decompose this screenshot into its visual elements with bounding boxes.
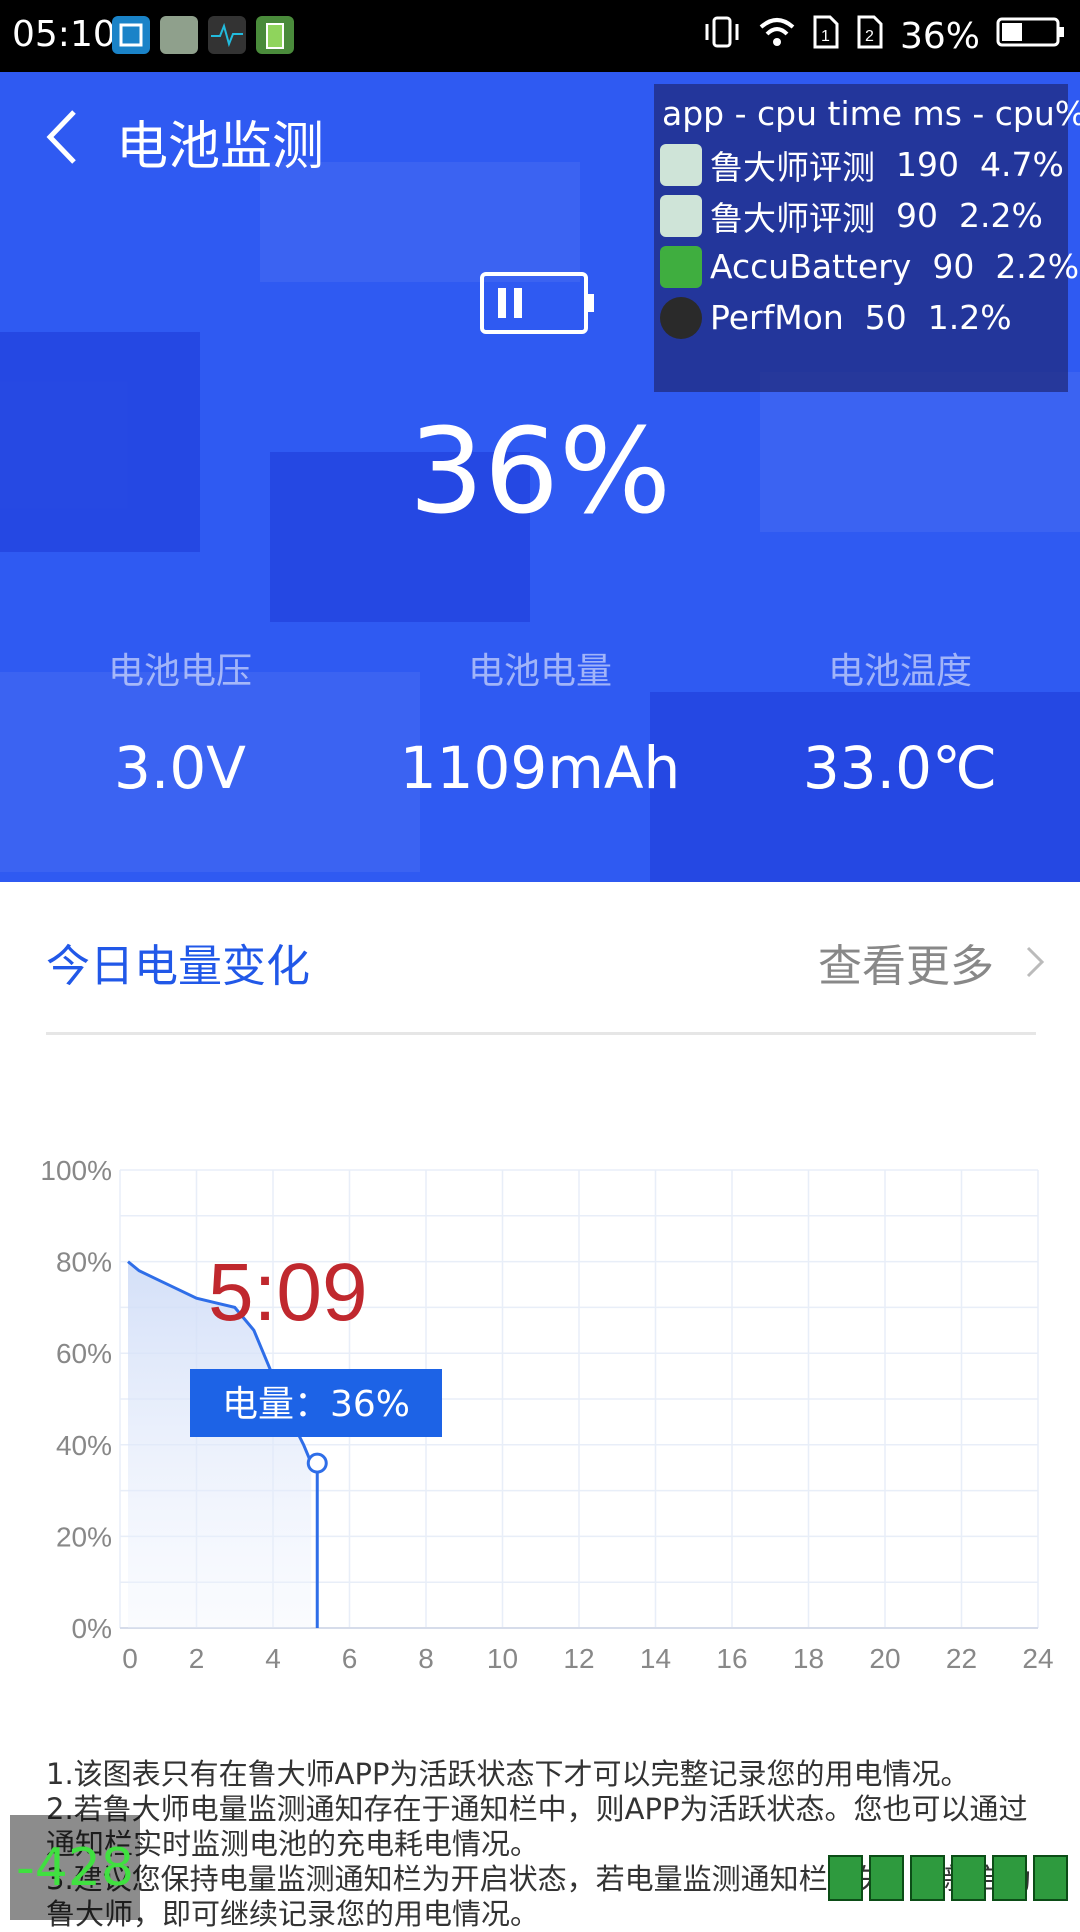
- x-tick-label: 24: [1022, 1643, 1053, 1674]
- perf-bar: [869, 1855, 904, 1901]
- perf-bar: [910, 1855, 945, 1901]
- y-tick-label: 0%: [72, 1613, 112, 1644]
- lu-master-icon: [660, 194, 702, 237]
- annotation-time: 5:09: [208, 1247, 368, 1338]
- battery-level-chart: 0% 20% 40% 60% 80% 100% 0 2 4 6 8 10 12 14 16 18 20 22 24 电…: [0, 1120, 1080, 1720]
- data-point-marker: [306, 1452, 328, 1474]
- x-tick-label: 4: [265, 1643, 281, 1674]
- perfmon-icon: [660, 296, 702, 339]
- sim1-icon: 1: [812, 14, 840, 59]
- lu-master-icon: [160, 16, 198, 54]
- overlay-header: app - cpu time ms - cpu%: [662, 94, 1080, 133]
- overlay-time: 190: [895, 145, 959, 184]
- x-tick-label: 14: [640, 1643, 671, 1674]
- x-tick-label: 8: [418, 1643, 434, 1674]
- tooltip-label: 电量：36%: [222, 1384, 410, 1425]
- stat-label: 电池电压: [107, 651, 252, 692]
- chart-svg: 0%20%40%60%80%100%0 2 4 6 8 10 12 14 16 18 20 22 24电…: [40, 1155, 1053, 1674]
- lu-master-icon: [660, 143, 702, 186]
- battery-percent-large: 36%: [408, 402, 672, 540]
- bg-panel: [260, 162, 580, 282]
- x-tick-label: 16: [716, 1643, 747, 1674]
- screenshot-icon: [112, 16, 150, 54]
- page-title: 电池监测: [116, 117, 325, 177]
- note-1: 1.该图表只有在鲁大师APP为活跃状态下才可以完整记录您的用电情况。: [46, 1757, 970, 1791]
- cpu-overlay[interactable]: app - cpu time ms - cpu% 鲁大师评测 190 4.7% …: [654, 84, 1080, 392]
- perf-bars: [828, 1855, 1068, 1901]
- battery-percent: 36%: [899, 15, 980, 57]
- overlay-cpu: 4.7%: [979, 145, 1064, 184]
- y-tick-label: 40%: [56, 1430, 112, 1461]
- divider: [46, 1032, 1036, 1035]
- overlay-app: PerfMon: [710, 298, 844, 337]
- wifi-icon: [758, 14, 796, 59]
- stat-value: 33.0℃: [802, 734, 998, 802]
- y-tick-label: 80%: [56, 1247, 112, 1278]
- y-tick-label: 100%: [40, 1155, 112, 1186]
- perf-bar: [1033, 1855, 1068, 1901]
- status-bar: 05:10 1 2 36%: [0, 0, 1080, 72]
- x-tick-label: 6: [342, 1643, 358, 1674]
- x-tick-label: 2: [189, 1643, 205, 1674]
- stat-value: 3.0V: [114, 734, 246, 802]
- battery-paused-icon: [480, 272, 596, 334]
- accubattery-icon: [256, 16, 294, 54]
- overlay-row: AccuBattery 90 2.2%: [654, 241, 1079, 292]
- chevron-left-icon: [46, 110, 76, 164]
- perf-bar: [992, 1855, 1027, 1901]
- perf-bar: [828, 1855, 863, 1901]
- overlay-row: 鲁大师评测 190 4.7%: [654, 139, 1068, 190]
- sim2-icon: 2: [856, 14, 884, 59]
- section-title: 今日电量变化: [46, 941, 310, 992]
- overlay-app: 鲁大师评测: [710, 147, 875, 187]
- x-tick-label: 18: [793, 1643, 824, 1674]
- stat-capacity: 电池电量 1109mAh: [360, 642, 720, 802]
- note-2: 2.若鲁大师电量监测通知存在于通知栏中，则APP为活跃状态。您也可以通过通知栏实…: [46, 1792, 1028, 1861]
- stat-label: 电池温度: [827, 651, 972, 692]
- stat-temperature: 电池温度 33.0℃: [720, 642, 1080, 802]
- status-time: 05:10: [12, 14, 116, 55]
- stat-value: 1109mAh: [399, 734, 681, 802]
- chevron-right-icon: [1026, 946, 1045, 978]
- y-tick-label: 20%: [56, 1521, 112, 1552]
- overlay-time: 50: [864, 298, 907, 337]
- y-tick-label: 60%: [56, 1338, 112, 1369]
- overlay-cpu: 2.2%: [958, 196, 1043, 235]
- vibrate-icon: [702, 14, 742, 59]
- svg-text:2: 2: [865, 28, 874, 45]
- x-tick-label: 20: [869, 1643, 900, 1674]
- svg-text:1: 1: [821, 28, 830, 45]
- back-button[interactable]: [40, 102, 100, 172]
- view-more-label: 查看更多: [818, 941, 994, 992]
- perf-bar: [951, 1855, 986, 1901]
- overlay-time: 90: [932, 247, 975, 286]
- stat-label: 电池电量: [467, 651, 612, 692]
- accubattery-icon: [660, 245, 702, 288]
- stat-voltage: 电池电压 3.0V: [0, 642, 360, 802]
- overlay-row: 鲁大师评测 90 2.2%: [654, 190, 1068, 241]
- perfmon-icon: [208, 16, 246, 54]
- overlay-cpu: 2.2%: [995, 247, 1080, 286]
- view-more-link[interactable]: 查看更多: [818, 930, 1046, 994]
- x-tick-label: 12: [563, 1643, 594, 1674]
- fps-counter: -428: [10, 1815, 140, 1920]
- overlay-time: 90: [895, 196, 938, 235]
- overlay-app: 鲁大师评测: [710, 198, 875, 238]
- x-tick-label: 0: [122, 1643, 138, 1674]
- notes: 1.该图表只有在鲁大师APP为活跃状态下才可以完整记录您的用电情况。 2.若鲁大…: [46, 1757, 1046, 1932]
- x-tick-label: 10: [487, 1643, 518, 1674]
- overlay-row: PerfMon 50 1.2%: [654, 292, 1068, 343]
- overlay-cpu: 1.2%: [927, 298, 1012, 337]
- overlay-app: AccuBattery: [710, 247, 912, 286]
- x-tick-label: 22: [946, 1643, 977, 1674]
- battery-icon: [996, 15, 1066, 58]
